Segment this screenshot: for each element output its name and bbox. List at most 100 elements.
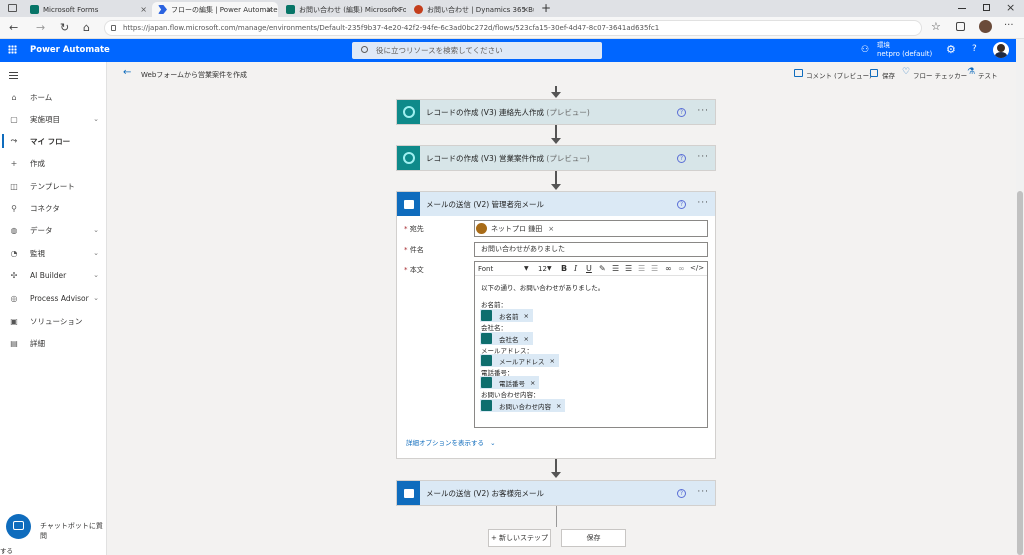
dynamic-content-token[interactable]: お名前 ×	[480, 309, 533, 322]
restore-icon[interactable]	[983, 4, 990, 11]
highlight-icon[interactable]: ✎	[599, 264, 606, 273]
chatbot-label[interactable]: チャットボットに質問	[40, 521, 106, 541]
help-icon[interactable]: ?	[677, 108, 686, 117]
tab-power-automate[interactable]: フローの編集 | Power Automate ×	[152, 2, 278, 17]
help-icon[interactable]: ?	[677, 200, 686, 209]
nav-solutions[interactable]: ▣ ソリューション	[0, 310, 107, 332]
collections-icon[interactable]	[956, 22, 965, 31]
step-header[interactable]: メールの送信 (V2) お客様宛メール ? ···	[397, 481, 715, 505]
link-icon[interactable]: ∞	[665, 264, 672, 273]
step-card-create-opportunity[interactable]: レコードの作成 (V3) 営業案件作成 (プレビュー) ? ···	[396, 145, 716, 171]
close-icon[interactable]: ×	[266, 5, 273, 14]
bullet-list-icon[interactable]: ☰	[612, 264, 619, 273]
step-header[interactable]: レコードの作成 (V3) 連絡先人作成 (プレビュー) ? ···	[397, 100, 715, 124]
close-icon[interactable]: ×	[394, 5, 401, 14]
more-menu-icon[interactable]: ···	[1004, 20, 1014, 31]
nav-home[interactable]: ⌂ ホーム	[0, 86, 107, 108]
tab-actions-icon[interactable]	[8, 4, 17, 12]
help-icon[interactable]: ?	[972, 44, 977, 54]
nav-process-advisor[interactable]: ◎ Process Advisor ⌄	[0, 287, 107, 309]
save-button[interactable]: 保存	[882, 70, 895, 80]
flow-checker-button[interactable]: フロー チェッカー	[913, 70, 967, 80]
help-icon[interactable]: ?	[677, 154, 686, 163]
app-name[interactable]: Power Automate	[30, 45, 110, 55]
environment-picker[interactable]: 環境 netpro (default)	[877, 41, 932, 59]
page-scrollbar[interactable]	[1016, 39, 1024, 555]
minimize-icon[interactable]	[958, 8, 966, 9]
size-select[interactable]: 12	[538, 265, 547, 273]
more-options-icon[interactable]: ···	[697, 487, 709, 497]
forward-icon[interactable]: →	[36, 21, 45, 34]
nav-connectors[interactable]: ⚲ コネクタ	[0, 197, 107, 219]
save-flow-button[interactable]: 保存	[561, 529, 626, 547]
address-bar[interactable]: https://japan.flow.microsoft.com/manage/…	[104, 20, 922, 36]
underline-icon[interactable]: U	[586, 264, 592, 273]
more-options-icon[interactable]: ···	[697, 152, 709, 162]
nav-monitor[interactable]: ◔ 監視 ⌄	[0, 242, 107, 264]
test-icon[interactable]: ⚗	[967, 67, 975, 77]
font-select[interactable]: Font	[478, 265, 493, 273]
close-icon[interactable]: ×	[522, 5, 529, 14]
more-options-icon[interactable]: ···	[697, 198, 709, 208]
app-launcher-icon[interactable]	[8, 45, 17, 54]
show-advanced-options[interactable]: 詳細オプションを表示する ⌄	[406, 437, 496, 447]
remove-icon[interactable]: ×	[550, 357, 555, 365]
italic-icon[interactable]: I	[574, 264, 577, 273]
unlink-icon[interactable]: ∞	[678, 264, 685, 273]
comment-icon[interactable]	[794, 69, 803, 77]
dynamic-content-token[interactable]: 会社名 ×	[480, 332, 533, 345]
home-icon[interactable]: ⌂	[83, 21, 90, 34]
step-card-send-customer-email[interactable]: メールの送信 (V2) お客様宛メール ? ···	[396, 480, 716, 506]
subject-field[interactable]: お問い合わせがありました	[474, 242, 708, 257]
nav-learn[interactable]: ▤ 詳細	[0, 332, 107, 354]
new-tab-button[interactable]: +	[541, 1, 551, 15]
nav-label: ホーム	[30, 92, 53, 102]
dynamic-content-token[interactable]: メールアドレス ×	[480, 354, 559, 367]
nav-create[interactable]: + 作成	[0, 152, 107, 174]
dynamic-content-token[interactable]: 電話番号 ×	[480, 376, 540, 389]
test-button[interactable]: テスト	[978, 70, 998, 80]
code-view-icon[interactable]: </>	[690, 264, 704, 272]
search-box[interactable]: 役に立つリソースを検索してください	[352, 42, 602, 59]
nav-ai-builder[interactable]: ✣ AI Builder ⌄	[0, 264, 107, 286]
remove-icon[interactable]: ×	[524, 335, 529, 343]
settings-gear-icon[interactable]: ⚙	[946, 43, 956, 56]
dynamic-content-token[interactable]: お問い合わせ内容 ×	[480, 399, 566, 412]
tab-dynamics[interactable]: お問い合わせ | Dynamics 365 Bus ×	[408, 2, 534, 17]
step-header[interactable]: メールの送信 (V2) 管理者宛メール ? ···	[397, 192, 715, 216]
outdent-icon[interactable]: ☰	[638, 264, 645, 273]
comment-button[interactable]: コメント (プレビュー)	[806, 70, 872, 80]
remove-icon[interactable]: ×	[524, 312, 529, 320]
close-icon[interactable]: ×	[140, 5, 147, 14]
help-icon[interactable]: ?	[677, 489, 686, 498]
step-header[interactable]: レコードの作成 (V3) 営業案件作成 (プレビュー) ? ···	[397, 146, 715, 170]
step-card-create-contact[interactable]: レコードの作成 (V3) 連絡先人作成 (プレビュー) ? ···	[396, 99, 716, 125]
back-icon[interactable]: ←	[9, 21, 18, 34]
tab-microsoft-forms[interactable]: Microsoft Forms ×	[24, 2, 152, 17]
favorite-star-icon[interactable]: ☆	[931, 20, 941, 33]
close-window-icon[interactable]: ×	[1006, 1, 1015, 14]
tab-forms-edit[interactable]: お問い合わせ (編集) Microsoft For ×	[280, 2, 406, 17]
new-step-button[interactable]: + 新しいステップ	[488, 529, 551, 547]
remove-icon[interactable]: ×	[548, 225, 554, 233]
indent-icon[interactable]: ☰	[651, 264, 658, 273]
nav-action-items[interactable]: ▢ 実施項目 ⌄	[0, 108, 107, 130]
remove-icon[interactable]: ×	[556, 402, 561, 410]
remove-icon[interactable]: ×	[530, 379, 535, 387]
flow-checker-icon[interactable]: ♡	[902, 67, 910, 77]
nav-my-flows[interactable]: ⤳ マイ フロー	[0, 130, 107, 152]
more-options-icon[interactable]: ···	[697, 106, 709, 116]
chatbot-button[interactable]	[6, 514, 31, 539]
bold-icon[interactable]: B	[561, 264, 567, 273]
user-avatar[interactable]	[993, 42, 1009, 58]
back-arrow-icon[interactable]: ←	[123, 67, 131, 78]
profile-avatar[interactable]	[979, 20, 992, 33]
refresh-icon[interactable]: ↻	[60, 21, 69, 34]
save-icon[interactable]	[870, 69, 878, 77]
nav-templates[interactable]: ◫ テンプレート	[0, 175, 107, 197]
hamburger-menu-icon[interactable]	[9, 72, 18, 79]
numbered-list-icon[interactable]: ☰	[625, 264, 632, 273]
recipient-chip[interactable]: ネットプロ 鎌田 ×	[476, 222, 554, 235]
nav-data[interactable]: ◍ データ ⌄	[0, 219, 107, 241]
scrollbar-thumb[interactable]	[1017, 191, 1023, 555]
